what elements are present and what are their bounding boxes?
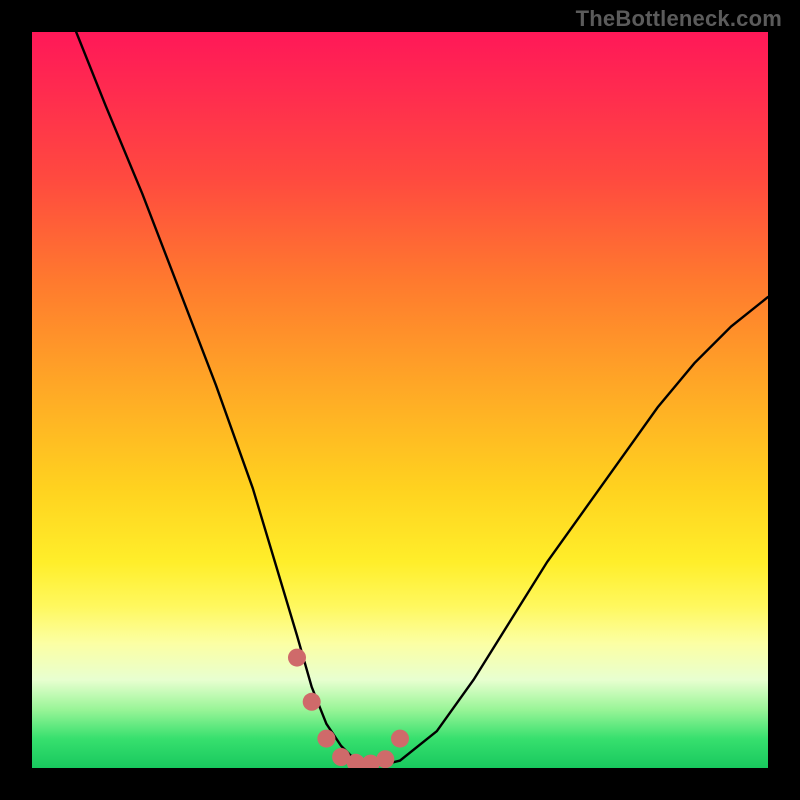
highlight-dot — [317, 730, 335, 748]
highlight-dot — [391, 730, 409, 748]
highlight-dot — [376, 750, 394, 768]
highlight-dot — [303, 693, 321, 711]
curve-layer — [32, 32, 768, 768]
bottleneck-curve — [76, 32, 768, 764]
chart-frame: TheBottleneck.com — [0, 0, 800, 800]
watermark-label: TheBottleneck.com — [576, 6, 782, 32]
plot-area — [32, 32, 768, 768]
highlight-dot — [288, 649, 306, 667]
